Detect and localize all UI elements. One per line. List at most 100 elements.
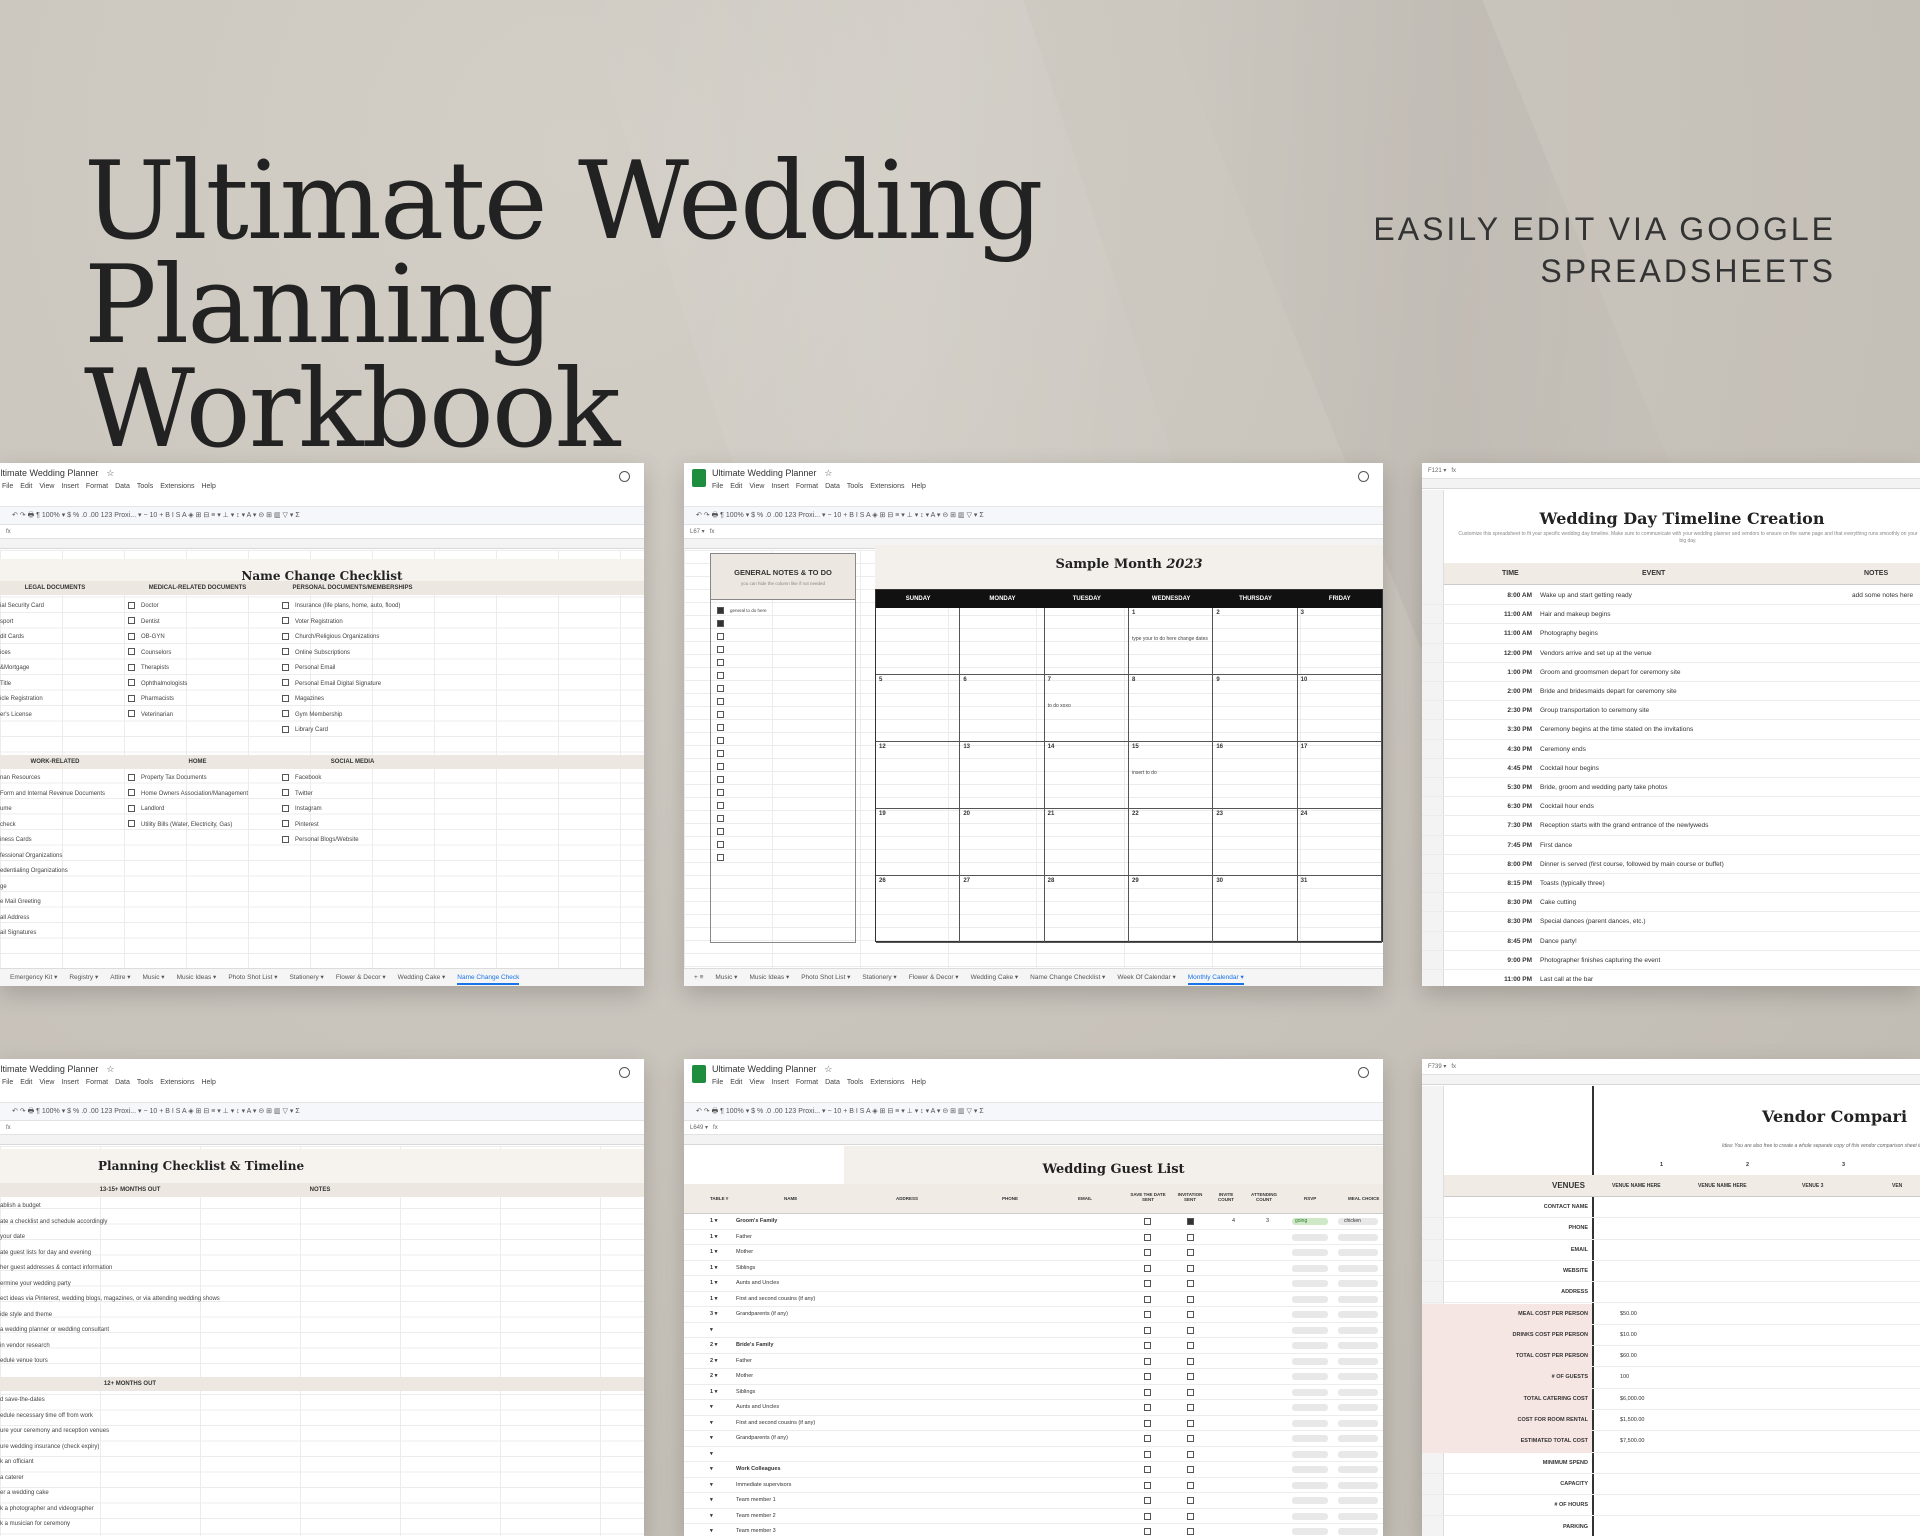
sheet-tab[interactable]: Photo Shot List ▾ xyxy=(228,974,277,981)
calendar-day-cell[interactable]: 20 xyxy=(960,809,1045,876)
sheet-tab[interactable]: Music ▾ xyxy=(143,974,165,981)
checkbox[interactable] xyxy=(128,773,135,781)
calendar-day-cell[interactable]: 29 xyxy=(1129,876,1214,943)
star-icon[interactable]: ☆ xyxy=(824,1064,832,1074)
table-number-dropdown[interactable]: 2 ▾ xyxy=(710,1369,717,1385)
table-row[interactable]: 3 ▾ Grandparents (if any) xyxy=(684,1307,1383,1323)
table-row[interactable]: 2 ▾ Bride's Family xyxy=(684,1338,1383,1354)
meal-dropdown[interactable] xyxy=(1338,1373,1378,1380)
menu-item-extensions[interactable]: Extensions xyxy=(870,1079,904,1086)
vendor-row[interactable]: TOTAL COST PER PERSON $60.00 xyxy=(1422,1346,1920,1368)
calendar-day-cell[interactable]: 26 xyxy=(876,876,961,943)
menu-item-extensions[interactable]: Extensions xyxy=(160,1079,194,1086)
calendar-day-cell[interactable]: 17 xyxy=(1297,742,1382,809)
calendar-day-cell[interactable]: 2 xyxy=(1213,608,1298,675)
save-the-date-checkbox[interactable] xyxy=(1144,1249,1151,1256)
formula-bar[interactable]: L67 ▾ fx xyxy=(684,525,1383,539)
invitation-checkbox[interactable] xyxy=(1187,1497,1194,1504)
checkbox[interactable] xyxy=(282,694,289,702)
sheet-tab[interactable]: Name Change Checklist ▾ xyxy=(1030,974,1105,981)
vendor-row[interactable]: MEAL COST PER PERSON $50.00 xyxy=(1422,1303,1920,1325)
star-icon[interactable]: ☆ xyxy=(106,468,114,478)
vendor-row[interactable]: ESTIMATED TOTAL COST $7,500.00 xyxy=(1422,1431,1920,1453)
table-row[interactable]: 1 ▾ Mother xyxy=(684,1245,1383,1261)
sheet-tab[interactable]: Flower & Decor ▾ xyxy=(336,974,386,981)
timeline-row[interactable]: 5:30 PM Bride, groom and wedding party ta… xyxy=(1422,778,1920,798)
table-row[interactable]: 1 ▾ First and second cousins (if any) xyxy=(684,1292,1383,1307)
table-row[interactable]: ▾ Grandparents (if any) xyxy=(684,1431,1383,1447)
meal-dropdown[interactable] xyxy=(1338,1326,1378,1334)
invitation-checkbox[interactable] xyxy=(1187,1481,1194,1489)
table-row[interactable]: 1 ▾ Father xyxy=(684,1230,1383,1245)
invitation-checkbox[interactable] xyxy=(1187,1264,1194,1272)
menu-item-data[interactable]: Data xyxy=(825,483,840,490)
calendar-day-cell[interactable]: 12 xyxy=(876,742,961,809)
formula-bar[interactable]: F121 ▾ fx xyxy=(1422,463,1920,479)
doc-title-text[interactable]: Ultimate Wedding Planner xyxy=(712,468,816,478)
table-row[interactable]: 1 ▾ Aunts and Uncles xyxy=(684,1276,1383,1292)
menu-item-format[interactable]: Format xyxy=(796,483,818,490)
table-number-dropdown[interactable]: ▾ xyxy=(710,1447,713,1463)
sheets-logo-icon[interactable] xyxy=(692,469,706,487)
rsvp-dropdown[interactable] xyxy=(1292,1481,1328,1489)
save-the-date-checkbox[interactable] xyxy=(1144,1233,1151,1241)
menu-item-file[interactable]: File xyxy=(2,483,13,490)
history-icon[interactable] xyxy=(619,471,630,482)
checkbox[interactable] xyxy=(717,672,724,680)
calendar-day-cell[interactable]: 1 type your to do here change dates xyxy=(1129,608,1214,675)
calendar-day-cell[interactable]: 3 xyxy=(1297,608,1382,675)
invitation-checkbox[interactable] xyxy=(1187,1373,1194,1380)
checkbox[interactable] xyxy=(282,820,289,828)
table-number-dropdown[interactable]: 1 ▾ xyxy=(710,1261,717,1277)
checkbox[interactable] xyxy=(128,617,135,625)
history-icon[interactable] xyxy=(1358,471,1369,482)
history-icon[interactable] xyxy=(619,1067,630,1078)
checkbox[interactable] xyxy=(282,804,289,812)
calendar-day-cell[interactable]: 14 xyxy=(1044,742,1129,809)
vendor-field-value[interactable]: $1,500.00 xyxy=(1620,1410,1644,1431)
meal-value[interactable]: chicken xyxy=(1344,1214,1361,1230)
rsvp-dropdown[interactable] xyxy=(1292,1357,1328,1365)
timeline-row[interactable]: 8:15 PM Toasts (typically three) xyxy=(1422,874,1920,894)
vendor-row[interactable]: EMAIL xyxy=(1422,1240,1920,1261)
menu-item-edit[interactable]: Edit xyxy=(730,483,742,490)
calendar-day-cell[interactable]: 8 xyxy=(1129,675,1214,742)
calendar-day-cell[interactable]: 9 xyxy=(1213,675,1298,742)
cell-reference[interactable]: F739 xyxy=(1428,1064,1442,1070)
menu-item-edit[interactable]: Edit xyxy=(20,1079,32,1086)
rsvp-dropdown[interactable] xyxy=(1292,1280,1328,1287)
calendar-day-cell[interactable]: 24 xyxy=(1297,809,1382,876)
menu-item-help[interactable]: Help xyxy=(911,483,925,490)
table-row[interactable]: ▾ Team member 1 xyxy=(684,1493,1383,1509)
timeline-row[interactable]: 2:00 PM Bride and bridesmaids depart for … xyxy=(1422,682,1920,702)
timeline-row[interactable]: 11:00 AM Hair and makeup begins xyxy=(1422,605,1920,625)
timeline-row[interactable]: 8:30 PM Cake cutting xyxy=(1422,893,1920,913)
checkbox[interactable] xyxy=(128,679,135,687)
vendor-field-value[interactable]: $6,000.00 xyxy=(1620,1389,1644,1410)
checkbox[interactable] xyxy=(717,763,724,771)
table-row[interactable]: ▾ xyxy=(684,1447,1383,1463)
timeline-row[interactable]: 7:45 PM First dance xyxy=(1422,836,1920,855)
calendar-day-cell[interactable]: 6 xyxy=(960,675,1045,742)
vendor-row[interactable]: # OF HOURS xyxy=(1422,1495,1920,1517)
invitation-checkbox[interactable] xyxy=(1187,1311,1194,1318)
table-row[interactable]: ▾ Work Colleagues xyxy=(684,1462,1383,1478)
rsvp-dropdown[interactable] xyxy=(1292,1295,1328,1303)
save-the-date-checkbox[interactable] xyxy=(1144,1466,1151,1473)
sheets-logo-icon[interactable] xyxy=(692,1065,706,1083)
table-number-dropdown[interactable]: 3 ▾ xyxy=(710,1307,717,1323)
save-the-date-checkbox[interactable] xyxy=(1144,1218,1151,1225)
save-the-date-checkbox[interactable] xyxy=(1144,1373,1151,1380)
save-the-date-checkbox[interactable] xyxy=(1144,1388,1151,1396)
meal-dropdown[interactable] xyxy=(1338,1249,1378,1256)
table-number-dropdown[interactable]: 1 ▾ xyxy=(710,1385,717,1401)
menu-item-help[interactable]: Help xyxy=(201,1079,215,1086)
save-the-date-checkbox[interactable] xyxy=(1144,1404,1151,1411)
meal-dropdown[interactable] xyxy=(1338,1295,1378,1303)
vendor-field-value[interactable]: 100 xyxy=(1620,1367,1629,1388)
checkbox[interactable] xyxy=(282,601,289,609)
checkbox[interactable] xyxy=(128,694,135,702)
timeline-row[interactable]: 11:00 PM Last call at the bar xyxy=(1422,970,1920,986)
vendor-field-value[interactable]: $50.00 xyxy=(1620,1304,1637,1325)
checkbox[interactable] xyxy=(128,710,135,718)
